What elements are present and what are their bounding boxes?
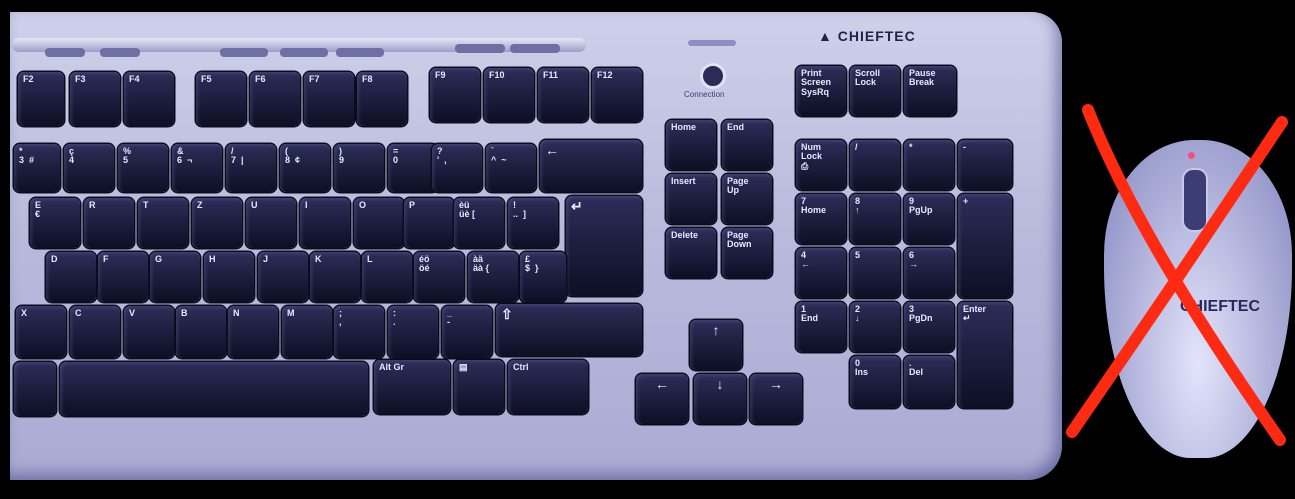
photo-scene: ▲ CHIEFTEC Connection F2 F3 F4 F5 F6 F7 … (0, 0, 1295, 499)
red-cross-mark (1066, 104, 1288, 446)
